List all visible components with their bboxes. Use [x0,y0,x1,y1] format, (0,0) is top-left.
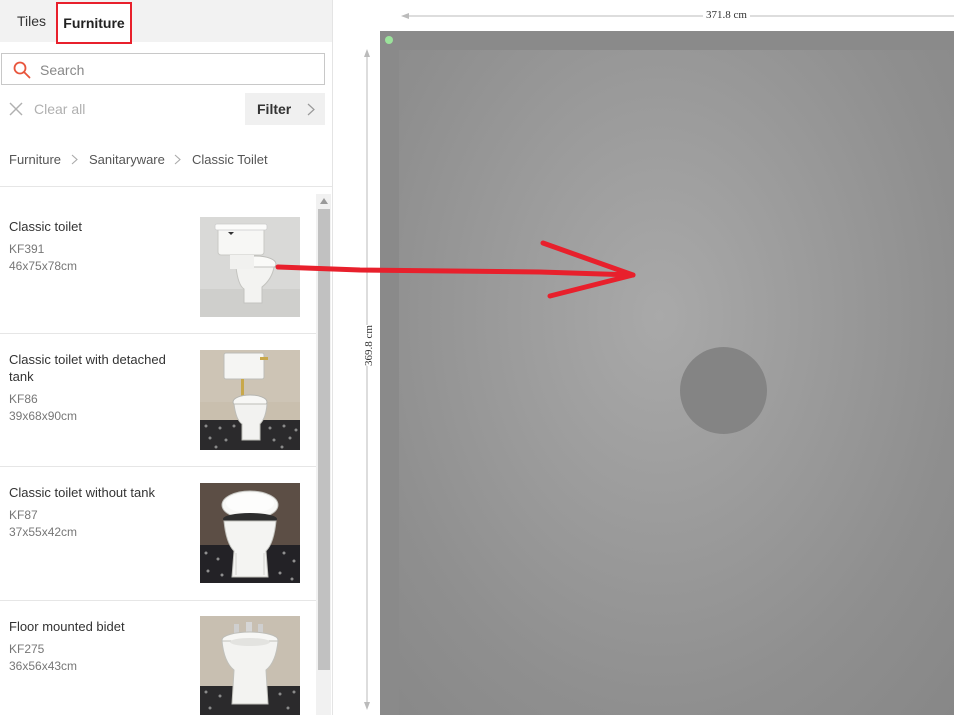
corner-handle[interactable] [385,36,393,44]
product-thumbnail[interactable] [200,217,300,317]
category-tabs: Tiles Furniture [0,0,332,44]
chevron-right-icon [174,154,181,165]
product-code: KF275 [9,642,45,656]
product-name: Classic toilet without tank [9,485,155,500]
search-icon [13,61,31,79]
height-dimension-label: 369.8 cm [360,325,378,366]
breadcrumb-item-furniture[interactable]: Furniture [9,151,61,169]
product-code: KF87 [9,508,38,522]
search-input[interactable] [38,58,322,82]
product-list: Classic toilet KF391 46x75x78cm Classic … [0,187,316,715]
filter-label: Filter [257,101,292,117]
product-item[interactable]: Classic toilet with detached tank KF86 3… [0,334,316,467]
product-name: Classic toilet with detached tank [9,352,166,384]
product-thumbnail[interactable] [200,616,300,715]
tab-furniture[interactable]: Furniture [56,2,132,44]
catalog-sidebar: Tiles Furniture Clear all Filter Furnitu… [0,0,333,715]
breadcrumb-item-classic-toilet[interactable]: Classic Toilet [192,151,268,169]
product-size: 39x68x90cm [9,409,78,423]
product-name: Classic toilet [9,219,82,234]
chevron-right-icon [307,103,315,116]
scroll-up-arrow-icon[interactable] [320,198,328,204]
tab-tiles[interactable]: Tiles [17,0,46,42]
product-item[interactable]: Floor mounted bidet KF275 36x56x43cm [0,601,316,715]
product-size: 37x55x42cm [9,525,78,539]
product-code: KF391 [9,242,45,256]
product-size: 46x75x78cm [9,259,78,273]
product-thumbnail[interactable] [200,350,300,450]
breadcrumb-item-sanitaryware[interactable]: Sanitaryware [89,151,165,169]
product-thumbnail[interactable] [200,483,300,583]
room-floor[interactable] [399,50,954,715]
filter-button[interactable]: Filter [245,93,325,125]
width-dimension-label: 371.8 cm [703,9,750,21]
scrollbar-thumb[interactable] [318,209,330,670]
clear-all-label: Clear all [34,101,86,117]
search-box[interactable] [1,53,325,85]
product-item[interactable]: Classic toilet KF391 46x75x78cm [0,187,316,334]
product-code: KF86 [9,392,38,406]
floor-drain[interactable] [680,347,767,434]
product-item[interactable]: Classic toilet without tank KF87 37x55x4… [0,467,316,601]
product-size: 36x56x43cm [9,659,78,673]
chevron-right-icon [71,154,78,165]
close-icon [9,102,23,116]
product-name: Floor mounted bidet [9,619,125,634]
